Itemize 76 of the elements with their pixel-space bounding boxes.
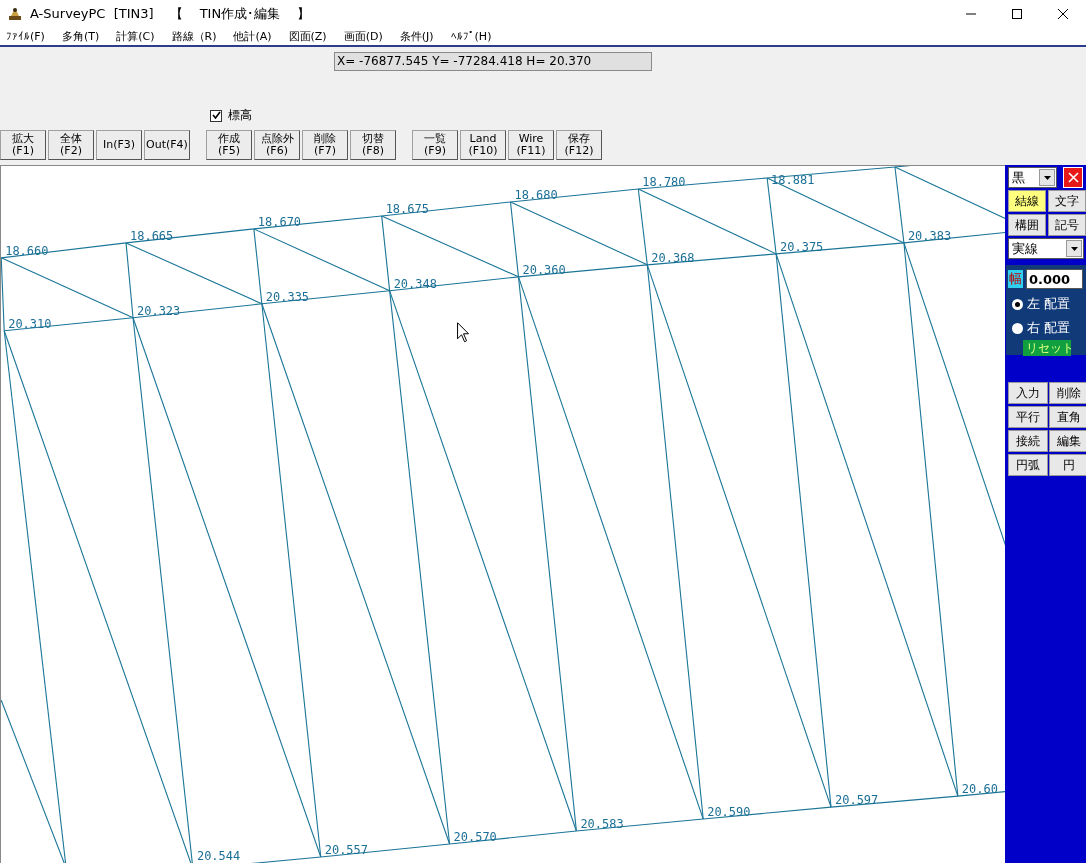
toolbar-button[interactable]: 拡大 (F1) [0,130,46,160]
tin-canvas[interactable]: 18.660 18.665 18.670 18.675 18.680 18.780 18.881 20.310 20.323 20.335 20.348 20.360 20.368 20.375 20.383 20.544 20.557 20.570 20.583 20.590 20.597 20.60 [0,165,1005,863]
radio-label: 右 配置 [1027,319,1071,337]
elevation-label: 20.348 [393,276,437,291]
mouse-cursor-icon [457,322,470,343]
menu-item[interactable]: 多角(T) [59,28,102,44]
app-icon [6,5,24,22]
radio-label: 左 配置 [1027,295,1071,313]
toolbar-button[interactable]: 点除外 (F6) [254,130,300,160]
edit-button[interactable]: 円 [1049,454,1086,476]
elevation-label: 20.310 [8,316,52,331]
toolbar-button[interactable]: In(F3) [96,130,142,160]
maximize-icon [1012,8,1022,19]
radio-button[interactable] [1012,322,1023,334]
elevation-label: 20.368 [651,250,695,265]
width-label: 幅 [1008,270,1023,288]
menu-item[interactable]: ﾌｧｲﾙ(F) [4,29,47,43]
edit-button[interactable]: 直角 [1049,406,1086,428]
close-icon [1058,8,1068,19]
elevation-label: 20.360 [522,262,566,277]
checkbox-label: 標高 [228,107,252,124]
elevation-label: 20.383 [907,228,952,243]
menu-item[interactable]: 他計(A) [231,28,274,44]
edit-button[interactable]: 編集 [1049,430,1086,452]
elevation-label: 20.590 [707,805,751,820]
edit-button[interactable]: 接続 [1008,430,1048,452]
toolbar-button[interactable]: 全体 (F2) [48,130,94,160]
elevation-label: 18.680 [514,187,558,202]
menu-item[interactable]: ﾍﾙﾌﾟ(H) [448,29,494,43]
elevation-label: 20.597 [835,793,879,808]
window-title: A-SurveyPC [TIN3] 【 TIN作成･編集 】 [30,4,311,23]
elevation-label: 20.544 [196,849,241,863]
color-select[interactable]: 黒 [1008,167,1057,188]
elevation-label: 18.670 [257,214,302,229]
elevation-label: 20.335 [265,289,310,304]
menu-item[interactable]: 図面(Z) [286,28,329,44]
elevation-label: 18.881 [771,172,815,187]
elevation-label: 20.375 [780,239,824,254]
toolbar-button[interactable]: Land (F10) [460,130,506,160]
menu-item[interactable]: 画面(D) [341,28,385,44]
coordinate-readout: X= -76877.545 Y= -77284.418 H= 20.370 [334,52,652,71]
width-input[interactable]: 0.000 [1026,269,1083,289]
close-icon [1067,172,1079,183]
mode-button[interactable]: 記号 [1048,214,1086,236]
edit-button[interactable]: 平行 [1008,406,1048,428]
elevation-label: 20.557 [324,843,368,857]
toolbar-button[interactable]: 削除 (F7) [302,130,348,160]
toolbar-button[interactable]: 保存 (F12) [556,130,602,160]
mode-button[interactable]: 構囲 [1008,214,1046,236]
toolbar-button[interactable]: Wire (F11) [508,130,554,160]
elevation-label: 18.660 [5,243,49,258]
close-button[interactable] [1063,167,1083,188]
elevation-label: 20.570 [453,830,497,845]
dropdown-caret-icon [1039,169,1055,186]
elevation-label: 18.780 [642,174,686,189]
elevation-label: 20.583 [580,817,624,832]
toolbar-button[interactable]: Out(F4) [144,130,190,160]
line-style-select[interactable]: 実線 [1008,238,1084,259]
dropdown-caret-icon [1066,240,1082,257]
menu-item[interactable]: 条件(J) [397,28,436,44]
elevation-label: 20.323 [137,303,181,318]
toolbar-button[interactable]: 作成 (F5) [206,130,252,160]
elevation-checkbox[interactable] [210,109,222,122]
toolbar-button[interactable]: 一覧 (F9) [412,130,458,160]
edit-button[interactable]: 入力 [1008,382,1048,404]
toolbar-button[interactable]: 切替 (F8) [350,130,396,160]
edit-button[interactable]: 削除 [1049,382,1086,404]
mode-button[interactable]: 文字 [1048,190,1086,212]
edit-button[interactable]: 円弧 [1008,454,1048,476]
elevation-label: 18.675 [385,201,429,216]
elevation-label: 20.60 [961,782,998,797]
menu-item[interactable]: 計算(C) [114,28,157,44]
menu-item[interactable]: 路線（R) [169,28,219,44]
mode-button[interactable]: 結線 [1008,190,1046,212]
elevation-label: 18.665 [130,228,174,243]
radio-button[interactable] [1012,298,1023,310]
